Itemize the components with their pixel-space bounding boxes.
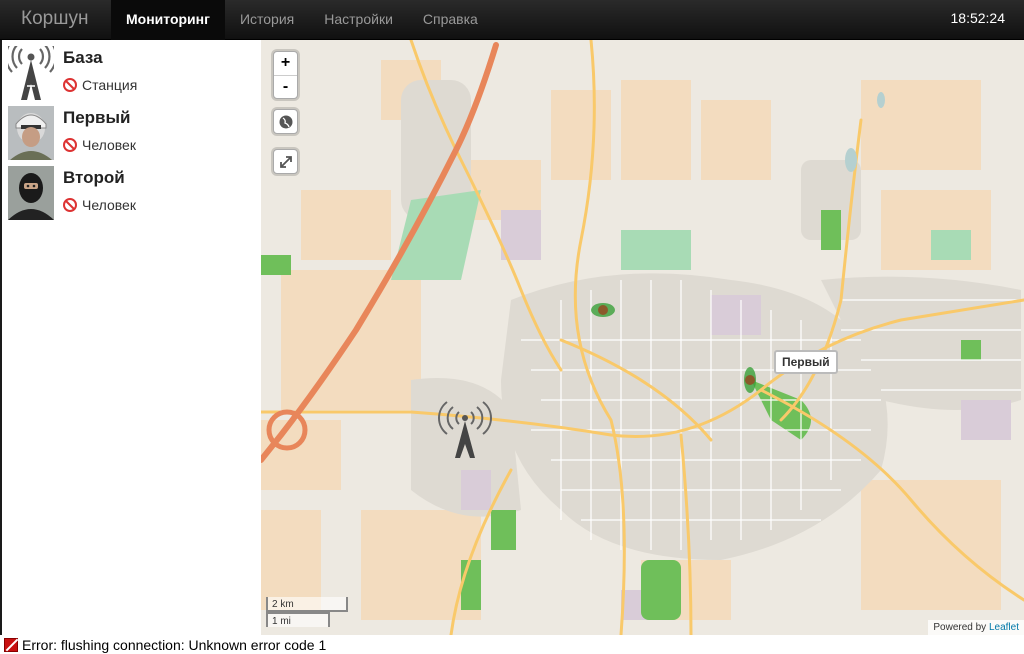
error-icon <box>4 637 18 652</box>
app-brand[interactable]: Коршун <box>21 8 88 30</box>
object-type-label: Человек <box>82 197 136 213</box>
object-name: Второй <box>63 168 125 187</box>
nav-history[interactable]: История <box>225 0 309 40</box>
top-navbar: Коршун Мониторинг История Настройки Спра… <box>0 0 1024 40</box>
object-name: База <box>63 48 103 67</box>
object-item-second[interactable]: Второй Человек <box>6 160 256 220</box>
map-attribution: Powered by Leaflet <box>928 620 1024 635</box>
zoom-control: + - <box>273 51 298 99</box>
person-marker-cluster[interactable] <box>591 303 615 317</box>
object-list: База Станция Первый Человек Второй Челов… <box>0 40 261 635</box>
offline-icon <box>63 138 77 152</box>
zoom-out-button[interactable]: - <box>274 75 297 98</box>
nav-help[interactable]: Справка <box>408 0 493 40</box>
object-item-first[interactable]: Первый Человек <box>6 100 256 160</box>
layers-button[interactable] <box>273 109 298 134</box>
scale-km: 2 km <box>266 597 348 612</box>
attribution-text: Powered by <box>933 622 987 633</box>
antenna-tower-icon <box>8 46 54 100</box>
map-view[interactable]: + - Первый 2 km 1 mi Powered by Leaflet <box>261 40 1024 635</box>
globe-icon <box>279 115 293 129</box>
leaflet-link[interactable]: Leaflet <box>989 622 1019 633</box>
marker-label: Первый <box>774 350 838 374</box>
offline-icon <box>63 198 77 212</box>
nav-monitoring[interactable]: Мониторинг <box>111 0 225 40</box>
object-status: Человек <box>63 197 136 213</box>
object-status: Человек <box>63 137 136 153</box>
expand-icon <box>280 156 292 168</box>
person-balaclava-avatar <box>8 166 54 220</box>
status-message: Error: flushing connection: Unknown erro… <box>22 636 327 653</box>
person-helmet-avatar <box>8 106 54 160</box>
object-status: Станция <box>63 77 137 93</box>
person-marker-first[interactable] <box>744 367 756 393</box>
clock: 18:52:24 <box>950 10 1006 26</box>
scale-control: 2 km 1 mi <box>266 597 348 627</box>
object-type-label: Человек <box>82 137 136 153</box>
object-name: Первый <box>63 108 131 127</box>
status-bar: Error: flushing connection: Unknown erro… <box>0 635 1024 654</box>
object-type-label: Станция <box>82 77 138 93</box>
scale-mi: 1 mi <box>266 612 330 627</box>
zoom-in-button[interactable]: + <box>274 52 297 75</box>
object-item-base[interactable]: База Станция <box>6 40 256 100</box>
fullscreen-button[interactable] <box>273 149 298 174</box>
nav-settings[interactable]: Настройки <box>309 0 408 40</box>
offline-icon <box>63 78 77 92</box>
map-tiles[interactable] <box>261 40 1024 635</box>
main-nav: Мониторинг История Настройки Справка <box>111 0 493 40</box>
